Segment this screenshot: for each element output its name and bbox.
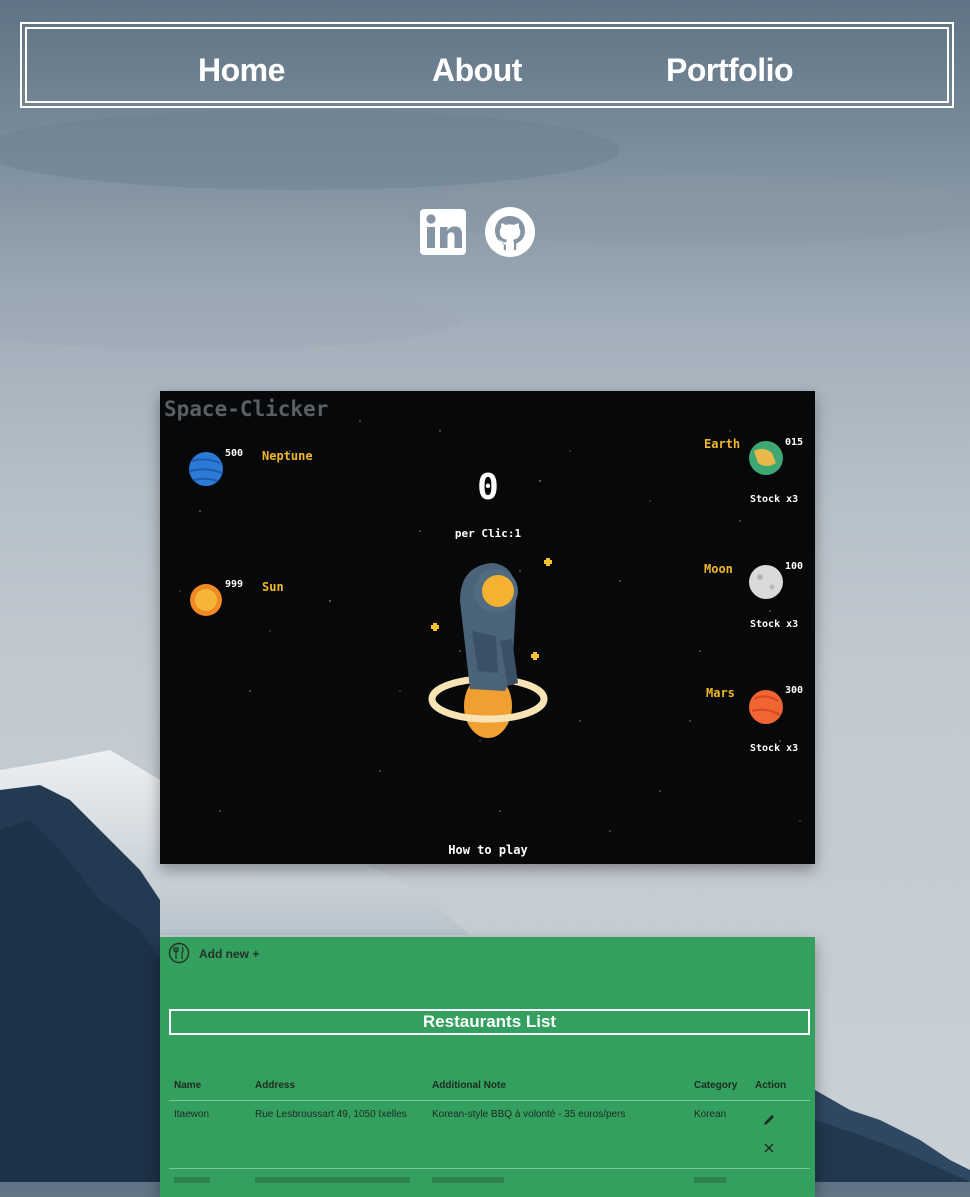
main-navigation: Home About Portfolio bbox=[20, 22, 954, 108]
add-new-button[interactable]: Add new + bbox=[199, 947, 259, 961]
row-name: Itaewon bbox=[174, 1109, 210, 1120]
sun-price: 999 bbox=[225, 579, 244, 590]
project-card-space-clicker[interactable]: Space-Clicker 500 Neptune 999 Sun 0 per … bbox=[160, 391, 815, 864]
earth-label: Earth bbox=[704, 437, 741, 451]
row-address: Rue Lesbroussart 49, 1050 Ixelles bbox=[255, 1109, 407, 1120]
column-header-action: Action bbox=[755, 1080, 787, 1091]
project-card-restaurants[interactable]: Add new + Restaurants List Name Address … bbox=[160, 937, 815, 1197]
restaurant-logo-icon bbox=[168, 942, 190, 964]
moon-stock: Stock x3 bbox=[750, 619, 799, 630]
neptune-label: Neptune bbox=[262, 449, 313, 463]
table-row-partial bbox=[174, 1175, 774, 1195]
edit-icon[interactable] bbox=[762, 1113, 776, 1127]
table-row-divider bbox=[169, 1168, 810, 1169]
column-header-category: Category bbox=[694, 1080, 738, 1091]
delete-icon[interactable] bbox=[763, 1142, 775, 1154]
starfield-background bbox=[179, 420, 801, 832]
mars-stock: Stock x3 bbox=[750, 743, 799, 754]
navigation-inner-frame: Home About Portfolio bbox=[25, 27, 949, 103]
nav-link-portfolio[interactable]: Portfolio bbox=[666, 52, 794, 89]
how-to-play-link[interactable]: How to play bbox=[438, 843, 538, 857]
column-header-address: Address bbox=[255, 1080, 296, 1091]
click-counter: 0 bbox=[477, 467, 499, 508]
linkedin-icon[interactable] bbox=[418, 206, 470, 258]
earth-stock: Stock x3 bbox=[750, 494, 799, 505]
github-icon[interactable] bbox=[484, 206, 536, 258]
sun-label: Sun bbox=[262, 580, 284, 594]
moon-label: Moon bbox=[704, 562, 733, 576]
nav-link-home[interactable]: Home bbox=[198, 52, 285, 89]
restaurants-list-title: Restaurants List bbox=[169, 1009, 810, 1035]
moon-price: 100 bbox=[785, 561, 804, 572]
nav-link-about[interactable]: About bbox=[432, 52, 522, 89]
row-category: Korean bbox=[694, 1109, 727, 1120]
space-clicker-title: Space-Clicker bbox=[164, 397, 329, 421]
row-note: Korean-style BBQ à volonté - 35 euros/pe… bbox=[432, 1109, 626, 1120]
mars-label: Mars bbox=[706, 686, 735, 700]
column-header-note: Additional Note bbox=[432, 1080, 506, 1091]
mars-price: 300 bbox=[785, 685, 804, 696]
column-header-name: Name bbox=[174, 1080, 202, 1091]
per-click-label: per Clic:1 bbox=[454, 527, 522, 540]
earth-price: 015 bbox=[785, 437, 804, 448]
neptune-price: 500 bbox=[225, 448, 244, 459]
table-header-divider bbox=[169, 1100, 810, 1101]
